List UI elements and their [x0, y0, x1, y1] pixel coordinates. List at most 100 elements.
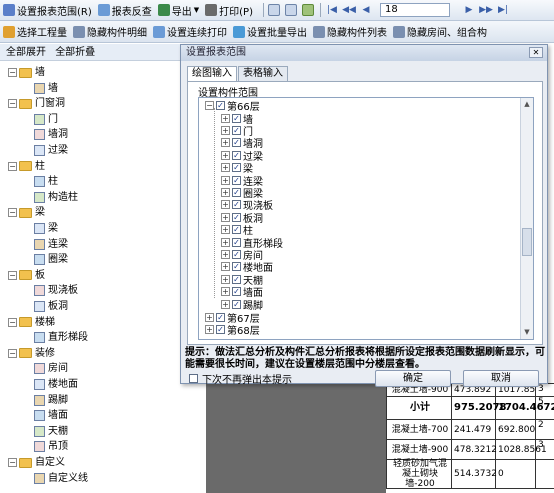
expand-toggle-icon[interactable]: + — [221, 287, 230, 297]
tree-leaf[interactable]: 柱 — [34, 175, 58, 188]
collapse-toggle-icon[interactable]: − — [8, 208, 17, 218]
tree-leaf[interactable]: 天棚 — [34, 425, 68, 438]
prev-page-fast-icon[interactable]: ◀◀ — [342, 5, 356, 15]
expand-toggle-icon[interactable]: + — [221, 225, 230, 235]
cancel-button[interactable]: 取消 — [463, 370, 539, 387]
tree-leaf[interactable]: 直形梯段 — [34, 331, 88, 344]
tab-drawing-input[interactable]: 绘图输入 — [187, 66, 237, 82]
checkbox-checked-icon[interactable]: ✓ — [232, 150, 241, 160]
expand-toggle-icon[interactable]: + — [221, 113, 230, 123]
tree-folder[interactable]: − 板 — [8, 269, 45, 282]
expand-toggle-icon[interactable]: + — [221, 299, 230, 309]
tree-leaf[interactable]: 板洞 — [34, 300, 68, 313]
expand-toggle-icon[interactable]: + — [221, 175, 230, 185]
collapse-toggle-icon[interactable]: − — [8, 161, 17, 171]
expand-toggle-icon[interactable]: + — [221, 163, 230, 173]
range-component-item[interactable]: + ✓ 过梁 — [221, 149, 263, 163]
tree-leaf[interactable]: 梁 — [34, 222, 58, 235]
collapse-toggle-icon[interactable]: − — [8, 458, 17, 467]
expand-toggle-icon[interactable]: + — [205, 312, 214, 322]
tree-leaf[interactable]: 自定义线 — [34, 472, 88, 485]
checkbox-checked-icon[interactable]: ✓ — [216, 324, 225, 334]
range-component-item[interactable]: + ✓ 踢脚 — [221, 298, 263, 312]
expand-toggle-icon[interactable]: + — [221, 237, 230, 247]
component-range-tree[interactable]: ▲ ▼ − ✓ 第66层 + ✓ 墙 + ✓ 门 + ✓ 墙洞 + ✓ 过梁 + ✓ 梁 + ✓ 连梁 + ✓ 圈梁 + ✓ 现浇板… — [198, 97, 534, 340]
page-number-input[interactable]: 18 — [380, 3, 450, 17]
ok-button[interactable]: 确定 — [375, 370, 451, 387]
expand-toggle-icon[interactable]: + — [221, 262, 230, 272]
next-page-fast-icon[interactable]: ▶▶ — [479, 5, 493, 15]
tree-leaf[interactable]: 吊顶 — [34, 440, 68, 453]
checkbox-checked-icon[interactable]: ✓ — [232, 138, 241, 148]
tree-folder[interactable]: − 楼梯 — [8, 316, 55, 329]
tab-table-input[interactable]: 表格输入 — [238, 66, 288, 81]
expand-all-link[interactable]: 全部展开 — [6, 47, 46, 58]
tree-leaf[interactable]: 过梁 — [34, 144, 68, 157]
checkbox-checked-icon[interactable]: ✓ — [232, 113, 241, 123]
range-floor-item[interactable]: + ✓ 第68层 — [205, 323, 260, 337]
close-icon[interactable]: ✕ — [529, 47, 543, 58]
tree-leaf[interactable]: 墙洞 — [34, 128, 68, 141]
collapse-toggle-icon[interactable]: − — [8, 68, 17, 77]
checkbox-checked-icon[interactable]: ✓ — [232, 225, 241, 235]
scroll-down-icon[interactable]: ▼ — [522, 327, 532, 337]
collapse-toggle-icon[interactable]: − — [8, 99, 17, 109]
checkbox-checked-icon[interactable]: ✓ — [232, 299, 241, 309]
tree-leaf[interactable]: 现浇板 — [34, 284, 78, 297]
set-report-range-button[interactable]: 设置报表范围(R) — [3, 3, 92, 18]
first-page-icon[interactable]: |◀ — [325, 5, 339, 15]
checkbox-checked-icon[interactable]: ✓ — [232, 125, 241, 135]
tree-folder[interactable]: − 墙 — [8, 66, 45, 79]
checkbox-box[interactable] — [189, 374, 198, 383]
range-component-item[interactable]: + ✓ 板洞 — [221, 211, 263, 225]
tree-leaf[interactable]: 圈梁 — [34, 253, 68, 266]
expand-toggle-icon[interactable]: + — [221, 274, 230, 284]
select-quantity-button[interactable]: 选择工程量 — [3, 24, 67, 39]
checkbox-checked-icon[interactable]: ✓ — [232, 287, 241, 297]
collapse-toggle-icon[interactable]: − — [8, 348, 17, 358]
checkbox-checked-icon[interactable]: ✓ — [232, 249, 241, 259]
tree-leaf[interactable]: 墙 — [34, 82, 58, 95]
next-page-icon[interactable]: ▶ — [462, 5, 476, 15]
view-grid-icon[interactable] — [302, 4, 314, 16]
collapse-all-link[interactable]: 全部折叠 — [55, 47, 95, 58]
tree-folder[interactable]: − 装修 — [8, 347, 55, 360]
checkbox-checked-icon[interactable]: ✓ — [232, 187, 241, 197]
tree-leaf[interactable]: 连梁 — [34, 238, 68, 251]
hide-component-list-button[interactable]: 隐藏构件列表 — [313, 24, 387, 39]
checkbox-checked-icon[interactable]: ✓ — [232, 237, 241, 247]
expand-toggle-icon[interactable]: + — [221, 125, 230, 135]
tree-folder[interactable]: − 自定义 — [8, 456, 65, 469]
expand-toggle-icon[interactable]: + — [205, 324, 214, 334]
tree-folder[interactable]: − 梁 — [8, 206, 45, 219]
checkbox-checked-icon[interactable]: ✓ — [232, 200, 241, 210]
expand-toggle-icon[interactable]: + — [221, 212, 230, 222]
tree-leaf[interactable]: 楼地面 — [34, 378, 78, 391]
checkbox-checked-icon[interactable]: ✓ — [232, 262, 241, 272]
expand-toggle-icon[interactable]: + — [221, 249, 230, 259]
view-single-icon[interactable] — [268, 4, 280, 16]
dont-show-again-checkbox[interactable]: 下次不再弹出本提示 — [189, 371, 292, 386]
expand-toggle-icon[interactable]: + — [221, 138, 230, 148]
hide-component-detail-button[interactable]: 隐藏构件明细 — [73, 24, 147, 39]
report-reverse-lookup-button[interactable]: 报表反查 — [97, 3, 152, 18]
export-button[interactable]: 导出 ▼ — [157, 3, 199, 18]
checkbox-checked-icon[interactable]: ✓ — [232, 212, 241, 222]
tree-leaf[interactable]: 墙面 — [34, 409, 68, 422]
expand-toggle-icon[interactable]: + — [221, 150, 230, 160]
tree-leaf[interactable]: 房间 — [34, 362, 68, 375]
view-split-icon[interactable] — [285, 4, 297, 16]
checkbox-checked-icon[interactable]: ✓ — [216, 100, 225, 110]
tree-leaf[interactable]: 踢脚 — [34, 394, 68, 407]
collapse-toggle-icon[interactable]: − — [8, 270, 17, 280]
collapse-toggle-icon[interactable]: − — [8, 317, 17, 327]
collapse-toggle-icon[interactable]: − — [205, 100, 214, 110]
batch-export-button[interactable]: 设置批量导出 — [233, 24, 307, 39]
print-button[interactable]: 打印(P) — [205, 3, 253, 18]
expand-toggle-icon[interactable]: + — [221, 187, 230, 197]
checkbox-checked-icon[interactable]: ✓ — [216, 312, 225, 322]
checkbox-checked-icon[interactable]: ✓ — [232, 274, 241, 284]
vertical-scrollbar[interactable]: ▲ ▼ — [520, 98, 533, 339]
scroll-thumb[interactable] — [522, 228, 532, 256]
checkbox-checked-icon[interactable]: ✓ — [232, 163, 241, 173]
